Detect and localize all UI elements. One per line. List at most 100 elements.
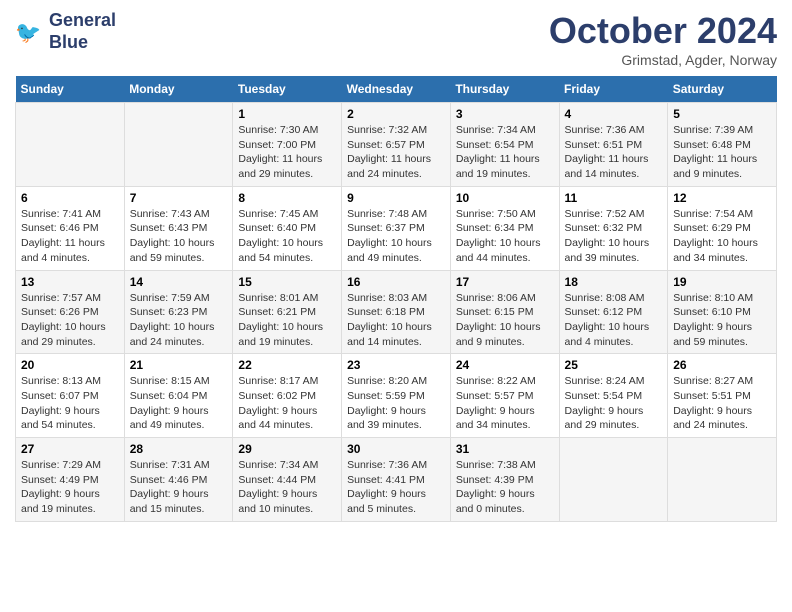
calendar-cell: 29 Sunrise: 7:34 AM Sunset: 4:44 PM Dayli…	[233, 438, 342, 522]
day-number: 18	[565, 275, 663, 289]
calendar-cell: 19Sunrise: 8:10 AM Sunset: 6:10 PM Dayli…	[668, 270, 777, 354]
calendar-title: October 2024	[549, 10, 777, 52]
calendar-cell	[559, 438, 668, 522]
weekday-header-tuesday: Tuesday	[233, 76, 342, 103]
day-info: Sunrise: 7:43 AM Sunset: 6:43 PM Dayligh…	[130, 207, 228, 266]
calendar-cell: 24Sunrise: 8:22 AM Sunset: 5:57 PM Dayli…	[450, 354, 559, 438]
calendar-week-4: 20 Sunrise: 8:13 AM Sunset: 6:07 PM Dayli…	[16, 354, 777, 438]
day-number: 31	[456, 442, 554, 456]
day-info: Sunrise: 8:15 AM Sunset: 6:04 PM Dayligh…	[130, 374, 228, 433]
calendar-cell: 28 Sunrise: 7:31 AM Sunset: 4:46 PM Dayli…	[124, 438, 233, 522]
logo: 🐦 General Blue	[15, 10, 116, 53]
calendar-cell	[668, 438, 777, 522]
calendar-cell: 7Sunrise: 7:43 AM Sunset: 6:43 PM Daylig…	[124, 186, 233, 270]
day-info: Sunrise: 8:24 AM Sunset: 5:54 PM Dayligh…	[565, 374, 663, 433]
day-number: 30	[347, 442, 445, 456]
day-number: 13	[21, 275, 119, 289]
day-info: Sunrise: 7:39 AM Sunset: 6:48 PM Dayligh…	[673, 123, 771, 182]
calendar-cell: 17 Sunrise: 8:06 AM Sunset: 6:15 PM Dayli…	[450, 270, 559, 354]
day-number: 29	[238, 442, 336, 456]
day-info: Sunrise: 7:34 AM Sunset: 4:44 PM Dayligh…	[238, 458, 336, 517]
weekday-header-wednesday: Wednesday	[342, 76, 451, 103]
day-number: 19	[673, 275, 771, 289]
calendar-cell: 21 Sunrise: 8:15 AM Sunset: 6:04 PM Dayli…	[124, 354, 233, 438]
day-number: 3	[456, 107, 554, 121]
day-info: Sunrise: 7:36 AM Sunset: 6:51 PM Dayligh…	[565, 123, 663, 182]
weekday-header-saturday: Saturday	[668, 76, 777, 103]
calendar-cell: 27Sunrise: 7:29 AM Sunset: 4:49 PM Dayli…	[16, 438, 125, 522]
day-info: Sunrise: 7:29 AM Sunset: 4:49 PM Dayligh…	[21, 458, 119, 517]
day-number: 25	[565, 358, 663, 372]
title-area: October 2024 Grimstad, Agder, Norway	[549, 10, 777, 68]
calendar-cell	[124, 103, 233, 187]
calendar-cell: 14 Sunrise: 7:59 AM Sunset: 6:23 PM Dayli…	[124, 270, 233, 354]
calendar-cell: 26Sunrise: 8:27 AM Sunset: 5:51 PM Dayli…	[668, 354, 777, 438]
header: 🐦 General Blue October 2024 Grimstad, Ag…	[15, 10, 777, 68]
day-info: Sunrise: 7:32 AM Sunset: 6:57 PM Dayligh…	[347, 123, 445, 182]
day-number: 17	[456, 275, 554, 289]
day-info: Sunrise: 8:06 AM Sunset: 6:15 PM Dayligh…	[456, 291, 554, 350]
day-info: Sunrise: 7:54 AM Sunset: 6:29 PM Dayligh…	[673, 207, 771, 266]
calendar-cell: 22Sunrise: 8:17 AM Sunset: 6:02 PM Dayli…	[233, 354, 342, 438]
day-number: 20	[21, 358, 119, 372]
weekday-header-monday: Monday	[124, 76, 233, 103]
day-number: 22	[238, 358, 336, 372]
day-number: 12	[673, 191, 771, 205]
day-info: Sunrise: 7:30 AM Sunset: 7:00 PM Dayligh…	[238, 123, 336, 182]
calendar-cell: 18 Sunrise: 8:08 AM Sunset: 6:12 PM Dayli…	[559, 270, 668, 354]
day-number: 4	[565, 107, 663, 121]
day-number: 26	[673, 358, 771, 372]
logo-text: General Blue	[49, 10, 116, 53]
calendar-table: SundayMondayTuesdayWednesdayThursdayFrid…	[15, 76, 777, 522]
day-number: 8	[238, 191, 336, 205]
day-number: 10	[456, 191, 554, 205]
day-number: 14	[130, 275, 228, 289]
calendar-cell: 5 Sunrise: 7:39 AM Sunset: 6:48 PM Daylig…	[668, 103, 777, 187]
logo-icon: 🐦	[15, 17, 45, 47]
day-info: Sunrise: 7:31 AM Sunset: 4:46 PM Dayligh…	[130, 458, 228, 517]
day-info: Sunrise: 8:13 AM Sunset: 6:07 PM Dayligh…	[21, 374, 119, 433]
day-info: Sunrise: 8:03 AM Sunset: 6:18 PM Dayligh…	[347, 291, 445, 350]
day-info: Sunrise: 7:59 AM Sunset: 6:23 PM Dayligh…	[130, 291, 228, 350]
calendar-cell: 11Sunrise: 7:52 AM Sunset: 6:32 PM Dayli…	[559, 186, 668, 270]
calendar-cell: 1 Sunrise: 7:30 AM Sunset: 7:00 PM Daylig…	[233, 103, 342, 187]
day-number: 23	[347, 358, 445, 372]
calendar-cell: 13 Sunrise: 7:57 AM Sunset: 6:26 PM Dayli…	[16, 270, 125, 354]
calendar-week-1: 1 Sunrise: 7:30 AM Sunset: 7:00 PM Daylig…	[16, 103, 777, 187]
day-info: Sunrise: 7:52 AM Sunset: 6:32 PM Dayligh…	[565, 207, 663, 266]
svg-text:🐦: 🐦	[15, 21, 41, 44]
day-number: 16	[347, 275, 445, 289]
calendar-week-5: 27Sunrise: 7:29 AM Sunset: 4:49 PM Dayli…	[16, 438, 777, 522]
day-number: 9	[347, 191, 445, 205]
calendar-cell: 31Sunrise: 7:38 AM Sunset: 4:39 PM Dayli…	[450, 438, 559, 522]
calendar-cell: 15 Sunrise: 8:01 AM Sunset: 6:21 PM Dayli…	[233, 270, 342, 354]
day-info: Sunrise: 7:45 AM Sunset: 6:40 PM Dayligh…	[238, 207, 336, 266]
day-number: 21	[130, 358, 228, 372]
day-number: 28	[130, 442, 228, 456]
day-info: Sunrise: 7:50 AM Sunset: 6:34 PM Dayligh…	[456, 207, 554, 266]
calendar-cell: 10 Sunrise: 7:50 AM Sunset: 6:34 PM Dayli…	[450, 186, 559, 270]
day-number: 2	[347, 107, 445, 121]
weekday-header-sunday: Sunday	[16, 76, 125, 103]
day-number: 5	[673, 107, 771, 121]
day-info: Sunrise: 7:57 AM Sunset: 6:26 PM Dayligh…	[21, 291, 119, 350]
day-info: Sunrise: 7:48 AM Sunset: 6:37 PM Dayligh…	[347, 207, 445, 266]
day-number: 1	[238, 107, 336, 121]
calendar-body: 1 Sunrise: 7:30 AM Sunset: 7:00 PM Daylig…	[16, 103, 777, 522]
weekday-header-row: SundayMondayTuesdayWednesdayThursdayFrid…	[16, 76, 777, 103]
day-info: Sunrise: 7:34 AM Sunset: 6:54 PM Dayligh…	[456, 123, 554, 182]
day-info: Sunrise: 7:41 AM Sunset: 6:46 PM Dayligh…	[21, 207, 119, 266]
weekday-header-thursday: Thursday	[450, 76, 559, 103]
day-number: 6	[21, 191, 119, 205]
day-info: Sunrise: 8:08 AM Sunset: 6:12 PM Dayligh…	[565, 291, 663, 350]
calendar-week-2: 6 Sunrise: 7:41 AM Sunset: 6:46 PM Daylig…	[16, 186, 777, 270]
day-number: 15	[238, 275, 336, 289]
day-info: Sunrise: 8:20 AM Sunset: 5:59 PM Dayligh…	[347, 374, 445, 433]
calendar-subtitle: Grimstad, Agder, Norway	[549, 52, 777, 68]
day-info: Sunrise: 8:01 AM Sunset: 6:21 PM Dayligh…	[238, 291, 336, 350]
calendar-cell: 23 Sunrise: 8:20 AM Sunset: 5:59 PM Dayli…	[342, 354, 451, 438]
calendar-cell: 6 Sunrise: 7:41 AM Sunset: 6:46 PM Daylig…	[16, 186, 125, 270]
calendar-cell: 12 Sunrise: 7:54 AM Sunset: 6:29 PM Dayli…	[668, 186, 777, 270]
calendar-cell: 3 Sunrise: 7:34 AM Sunset: 6:54 PM Daylig…	[450, 103, 559, 187]
calendar-cell: 9 Sunrise: 7:48 AM Sunset: 6:37 PM Daylig…	[342, 186, 451, 270]
